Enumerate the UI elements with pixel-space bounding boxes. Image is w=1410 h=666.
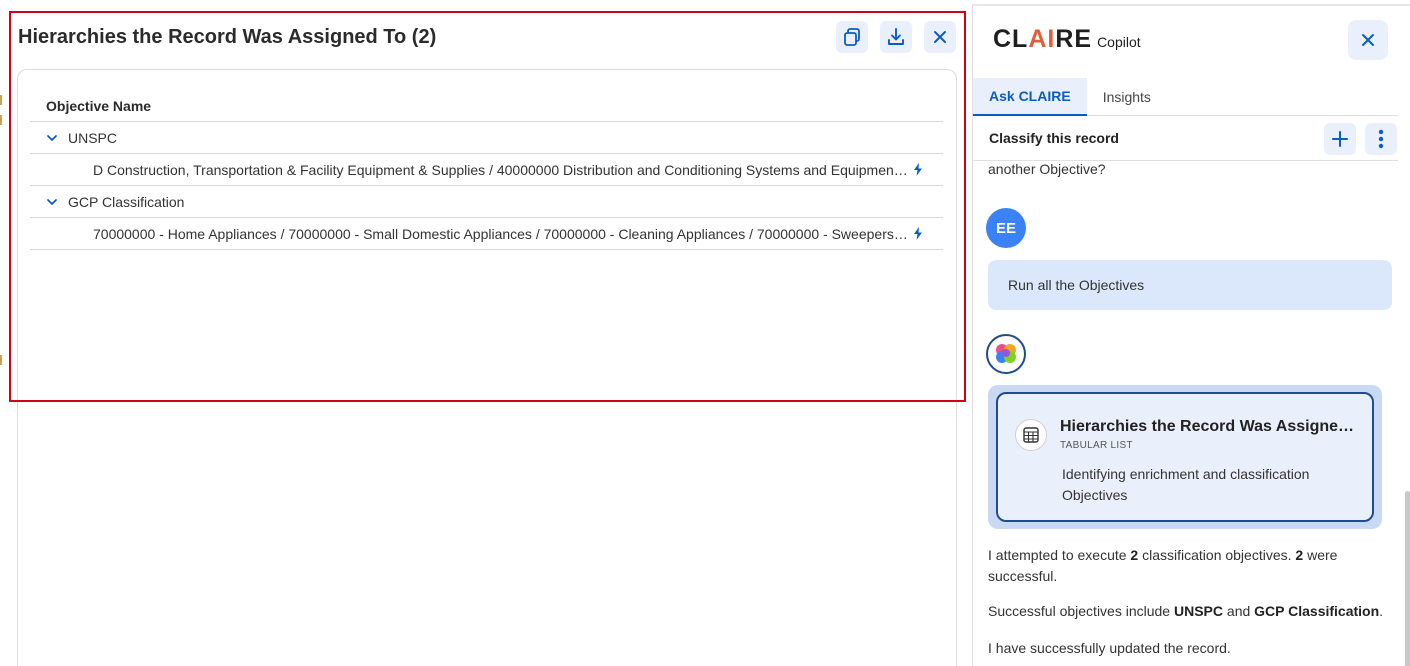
table-icon <box>1015 419 1047 451</box>
copy-icon <box>844 28 860 46</box>
copy-button[interactable] <box>836 21 868 53</box>
hierarchy-path: 70000000 - Home Appliances / 70000000 - … <box>93 225 908 242</box>
group-label: GCP Classification <box>68 193 185 210</box>
tab-ask-claire[interactable]: Ask CLAIRE <box>973 78 1087 116</box>
brain-icon <box>996 344 1016 363</box>
tabular-list-card[interactable]: Hierarchies the Record Was Assigned To (… <box>996 392 1374 522</box>
edge-marker <box>0 115 2 125</box>
card-subtitle: TABULAR LIST <box>1060 440 1133 451</box>
table-row[interactable]: 70000000 - Home Appliances / 70000000 - … <box>30 218 943 250</box>
new-chat-button[interactable] <box>1324 123 1356 155</box>
tab-insights[interactable]: Insights <box>1087 78 1167 116</box>
more-options-button[interactable] <box>1365 123 1397 155</box>
close-icon <box>1362 34 1374 46</box>
lightning-icon <box>914 227 922 240</box>
table-row[interactable]: D Construction, Transportation & Facilit… <box>30 154 943 186</box>
kebab-menu-icon <box>1378 129 1384 149</box>
column-header-objective-name: Objective Name <box>30 90 943 122</box>
edge-marker <box>0 355 2 365</box>
group-label: UNSPC <box>68 129 118 146</box>
hierarchy-path: D Construction, Transportation & Facilit… <box>93 161 908 178</box>
card-title: Hierarchies the Record Was Assigned To (… <box>1060 418 1360 435</box>
plus-icon <box>1332 131 1348 147</box>
user-message: Run all the Objectives <box>988 260 1392 310</box>
lightning-icon <box>914 163 922 176</box>
group-row-gcp-classification[interactable]: GCP Classification <box>30 186 943 218</box>
copilot-tabs: Ask CLAIRE Insights <box>973 78 1398 116</box>
assistant-message-2: Successful objectives include UNSPC and … <box>988 603 1384 619</box>
copilot-brand: CLAIRE Copilot <box>993 25 1141 54</box>
assistant-message-1: I attempted to execute 2 classification … <box>988 547 1338 584</box>
brand-logo: CLAIRE <box>993 25 1093 53</box>
download-icon <box>888 28 904 45</box>
hierarchy-panel: Hierarchies the Record Was Assigned To (… <box>0 0 972 666</box>
close-copilot-button[interactable] <box>1348 20 1388 60</box>
brand-sub: Copilot <box>1097 34 1141 50</box>
chevron-down-icon[interactable] <box>46 132 68 144</box>
download-button[interactable] <box>880 21 912 53</box>
group-row-unspc[interactable]: UNSPC <box>30 122 943 154</box>
claire-avatar <box>986 334 1026 374</box>
user-avatar: EE <box>986 208 1026 248</box>
panel-title: Hierarchies the Record Was Assigned To (… <box>18 26 437 48</box>
conversation-title: Classify this record <box>989 130 1119 146</box>
card-description: Identifying enrichment and classificatio… <box>1062 466 1310 503</box>
objectives-table: Objective Name UNSPC D Construction, Tra… <box>30 90 943 250</box>
assistant-message-3: I have successfully updated the record. <box>988 640 1231 656</box>
previous-message: another Objective? <box>988 161 1106 177</box>
close-panel-button[interactable] <box>924 21 956 53</box>
conversation-header: Classify this record <box>973 116 1398 161</box>
edge-marker <box>0 95 2 105</box>
chevron-down-icon[interactable] <box>46 196 68 208</box>
copilot-panel: CLAIRE Copilot Ask CLAIRE Insights Class… <box>972 6 1410 666</box>
result-card-wrapper: Hierarchies the Record Was Assigned To (… <box>988 385 1382 529</box>
chat-scrollbar[interactable] <box>1405 491 1410 666</box>
chat-thread[interactable]: another Objective? EE Run all the Object… <box>973 161 1398 666</box>
close-icon <box>934 31 946 43</box>
